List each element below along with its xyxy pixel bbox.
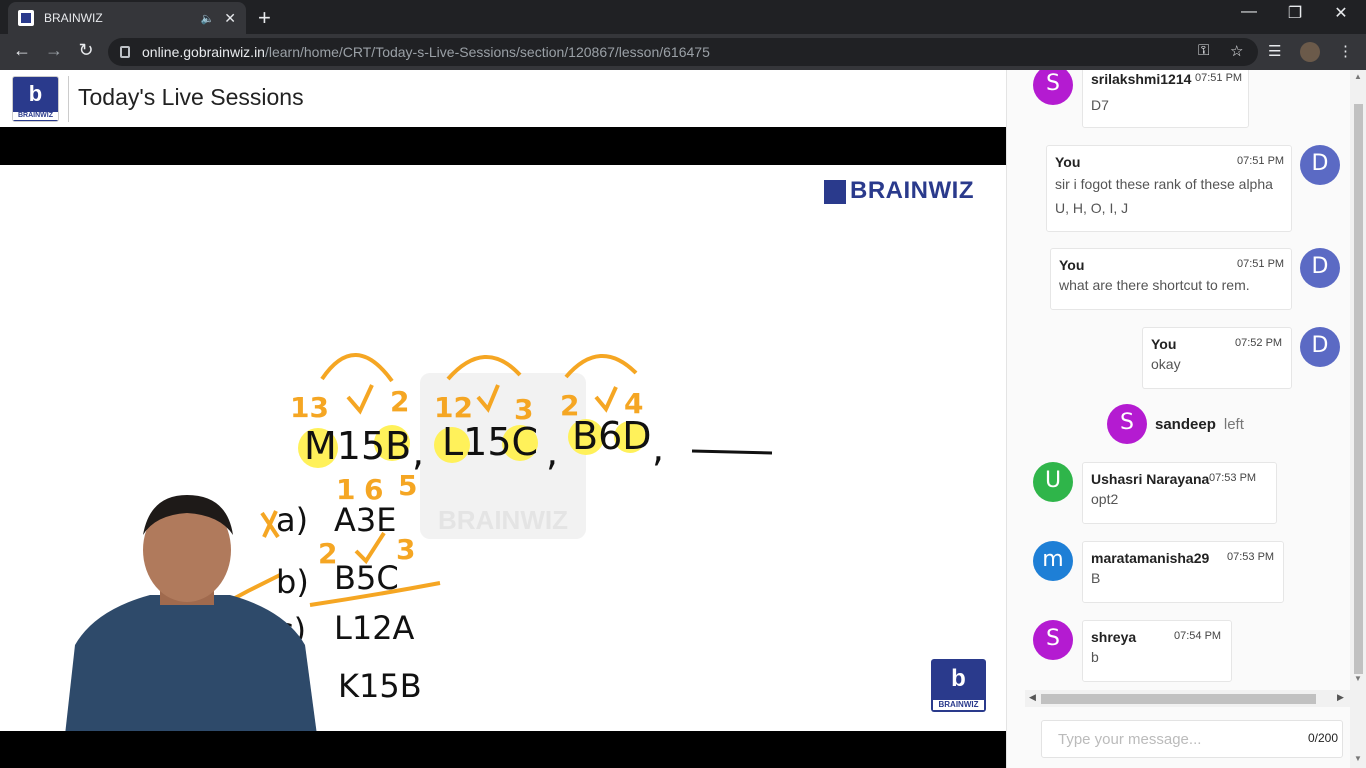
url-path: /learn/home/CRT/Today-s-Live-Sessions/se… <box>264 44 710 60</box>
message-text: opt2 <box>1091 491 1119 507</box>
scroll-right-icon[interactable]: ▶ <box>1337 692 1344 703</box>
message-time: 07:51 PM <box>1237 258 1285 270</box>
close-tab-icon[interactable]: ✕ <box>224 10 236 27</box>
url-host: online.gobrainwiz.in <box>142 44 265 60</box>
address-bar[interactable]: online.gobrainwiz.in/learn/home/CRT/Toda… <box>108 38 1258 66</box>
center-watermark-text: BRAINWIZ <box>438 505 568 535</box>
message-text: sir i fogot these rank of these alpha U,… <box>1055 176 1273 216</box>
scrollbar-thumb[interactable] <box>1354 104 1363 674</box>
avatar: U <box>1033 462 1073 502</box>
new-tab-icon[interactable]: + <box>258 5 271 31</box>
chat-panel: S srilakshmi1214 07:51 PM D7 You 07:51 P… <box>1006 70 1366 768</box>
term-3: B6D <box>572 414 652 458</box>
chat-bubble: You 07:51 PM sir i fogot these rank of t… <box>1046 145 1292 232</box>
event-action: left <box>1223 415 1244 433</box>
term-2: L15C <box>442 420 538 464</box>
browser-titlebar: BRAINWIZ 🔈 ✕ + — ❐ ✕ <box>0 0 1366 34</box>
avatar: S <box>1033 70 1073 105</box>
page-scroll-down-icon[interactable]: ▼ <box>1354 754 1362 763</box>
key-icon[interactable]: ⚿ <box>1198 42 1209 59</box>
scrollbar-thumb[interactable] <box>1041 694 1316 704</box>
comma-1: , <box>412 430 424 474</box>
lock-icon <box>120 46 130 58</box>
message-time: 07:53 PM <box>1209 472 1257 484</box>
avatar: D <box>1300 327 1340 367</box>
star-icon[interactable]: ☆ <box>1230 42 1243 60</box>
brainwiz-favicon-icon <box>18 10 34 26</box>
media-queue-icon[interactable]: ☰ <box>1268 42 1281 60</box>
browser-tab[interactable]: BRAINWIZ 🔈 ✕ <box>8 2 246 34</box>
page-header: b BRAINWIZ Today's Live Sessions <box>0 70 1006 127</box>
scroll-left-icon[interactable]: ◀ <box>1029 692 1036 703</box>
option-d-value: K15B <box>338 667 422 705</box>
message-time: 07:52 PM <box>1235 337 1283 349</box>
message-text: b <box>1091 649 1099 665</box>
message-text: D7 <box>1091 97 1109 113</box>
video-frame: BRAINWIZ BRAINWIZ 13 2 12 3 2 4 1 6 5 2 … <box>0 165 1006 731</box>
chat-bubble: You 07:51 PM what are there shortcut to … <box>1050 248 1292 310</box>
header-divider <box>68 76 69 122</box>
message-text: B <box>1091 570 1101 586</box>
logo-caption: BRAINWIZ <box>13 112 58 120</box>
avatar: D <box>1300 145 1340 185</box>
profile-avatar[interactable] <box>1300 42 1320 62</box>
event-user-name: sandeep <box>1155 415 1216 433</box>
num-2a: 2 <box>390 385 409 418</box>
forward-arrow-icon[interactable]: → <box>42 40 66 61</box>
presenter-video <box>65 495 317 731</box>
message-input-box: 0/200 <box>1041 720 1343 758</box>
comma-2: , <box>546 430 558 474</box>
minimize-icon[interactable]: — <box>1226 3 1272 21</box>
vertical-scrollbar[interactable]: ▲ ▼ ▼ <box>1350 70 1366 768</box>
horizontal-scrollbar[interactable]: ◀ ▶ <box>1025 690 1350 707</box>
page: b BRAINWIZ Today's Live Sessions BRAINWIZ… <box>0 70 1366 768</box>
reload-icon[interactable]: ↻ <box>74 40 98 61</box>
back-arrow-icon[interactable]: ← <box>10 40 34 61</box>
brainwiz-logo[interactable]: b BRAINWIZ <box>12 76 59 122</box>
avatar: D <box>1300 248 1340 288</box>
logo-letter: b <box>28 81 43 106</box>
avatar: S <box>1107 404 1147 444</box>
close-window-icon[interactable]: ✕ <box>1318 3 1364 23</box>
video-player[interactable]: BRAINWIZ BRAINWIZ 13 2 12 3 2 4 1 6 5 2 … <box>0 127 1006 768</box>
message-time: 07:51 PM <box>1195 72 1243 84</box>
message-time: 07:53 PM <box>1227 551 1275 563</box>
message-input[interactable] <box>1042 721 1302 757</box>
chat-bubble: maratamanisha29 07:53 PM B <box>1082 541 1284 603</box>
menu-dots-icon[interactable]: ⋮ <box>1338 42 1353 60</box>
num-13: 13 <box>290 391 329 424</box>
char-counter: 0/200 <box>1307 731 1338 745</box>
term-1: M15B <box>304 424 411 468</box>
avatar: S <box>1033 620 1073 660</box>
option-c-value: L12A <box>334 609 415 647</box>
speaker-icon[interactable]: 🔈 <box>201 12 215 25</box>
num-opt-b-3: 3 <box>396 533 415 566</box>
chat-bubble: srilakshmi1214 07:51 PM D7 <box>1082 70 1249 128</box>
message-text: what are there shortcut to rem. <box>1059 277 1250 293</box>
chat-bubble: shreya 07:54 PM b <box>1082 620 1232 682</box>
tab-title: BRAINWIZ <box>44 11 103 25</box>
chat-bubble: Ushasri Narayana 07:53 PM opt2 <box>1082 462 1277 524</box>
message-time: 07:54 PM <box>1174 630 1222 642</box>
option-a-value: A3E <box>334 501 396 539</box>
chat-bubble: You 07:52 PM okay <box>1142 327 1292 389</box>
scroll-down-icon[interactable]: ▼ <box>1354 674 1362 683</box>
page-title: Today's Live Sessions <box>78 84 304 110</box>
avatar: m <box>1033 541 1073 581</box>
browser-toolbar: ← → ↻ online.gobrainwiz.in/learn/home/CR… <box>0 34 1366 70</box>
message-time: 07:51 PM <box>1237 155 1285 167</box>
corner-logo: b BRAINWIZ <box>931 659 986 712</box>
scroll-up-icon[interactable]: ▲ <box>1354 72 1362 81</box>
user-left-event: S sandeep left <box>1107 404 1244 444</box>
chat-messages[interactable]: S srilakshmi1214 07:51 PM D7 You 07:51 P… <box>1025 70 1349 688</box>
message-text: okay <box>1151 356 1181 372</box>
blank-line <box>691 449 773 455</box>
comma-3: , <box>652 426 664 470</box>
restore-icon[interactable]: ❐ <box>1272 3 1318 23</box>
corner-logo-caption: BRAINWIZ <box>933 700 984 710</box>
